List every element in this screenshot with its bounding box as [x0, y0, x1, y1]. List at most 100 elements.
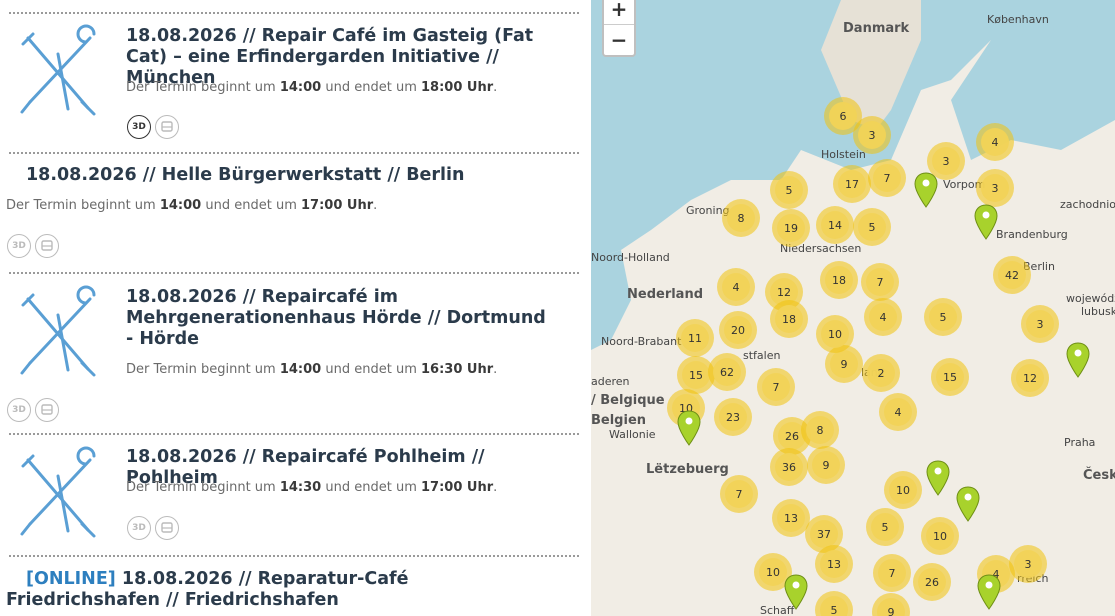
label-estfalen: stfalen [743, 349, 781, 362]
map-cluster[interactable]: 4 [879, 393, 917, 431]
cluster-count: 3 [1026, 310, 1054, 338]
event-title[interactable]: [ONLINE] 18.08.2026 // Reparatur-Café Fr… [6, 569, 566, 611]
cluster-count: 10 [926, 522, 954, 550]
map-cluster[interactable]: 20 [719, 311, 757, 349]
cluster-count: 42 [998, 261, 1026, 289]
cluster-count: 7 [873, 164, 901, 192]
cluster-count: 18 [825, 266, 853, 294]
cluster-count: 5 [858, 213, 886, 241]
map-cluster[interactable]: 3 [976, 169, 1014, 207]
cluster-count: 5 [820, 596, 848, 616]
event-title[interactable]: 18.08.2026 // Repaircafé im Mehrgenerati… [126, 287, 546, 350]
map-pin-icon[interactable] [974, 204, 998, 240]
bus-icon [35, 398, 59, 422]
cluster-count: 20 [724, 316, 752, 344]
cluster-count: 23 [719, 403, 747, 431]
label-noord-brabant: Noord-Brabant [601, 335, 682, 348]
map-pin-icon[interactable] [926, 460, 950, 496]
label-noord-holland: Noord-Holland [591, 251, 670, 264]
map-cluster[interactable]: 26 [913, 563, 951, 601]
map-cluster[interactable]: 3 [1009, 545, 1047, 583]
cluster-count: 8 [806, 416, 834, 444]
map-cluster[interactable]: 2 [862, 354, 900, 392]
map-cluster[interactable]: 42 [993, 256, 1031, 294]
map-cluster[interactable]: 3 [853, 116, 891, 154]
map[interactable]: Danmark København Holstein Groning Noord… [591, 0, 1115, 616]
bus-icon [35, 234, 59, 258]
label-zachodniop: zachodniop [1060, 198, 1115, 211]
map-cluster[interactable]: 23 [714, 398, 752, 436]
cluster-count: 3 [858, 121, 886, 149]
map-cluster[interactable]: 8 [801, 411, 839, 449]
map-cluster[interactable]: 4 [976, 123, 1014, 161]
event-time: Der Termin beginnt um 14:00 und endet um… [126, 362, 498, 377]
zoom-in-button[interactable]: + [604, 0, 634, 24]
map-cluster[interactable]: 5 [866, 508, 904, 546]
map-cluster[interactable]: 18 [820, 261, 858, 299]
cluster-count: 14 [821, 211, 849, 239]
map-cluster[interactable]: 7 [720, 475, 758, 513]
cluster-count: 5 [929, 303, 957, 331]
map-pin-icon[interactable] [1066, 342, 1090, 378]
map-cluster[interactable]: 11 [676, 319, 714, 357]
map-cluster[interactable]: 8 [722, 199, 760, 237]
map-cluster[interactable]: 3 [1021, 305, 1059, 343]
repair-tools-icon [20, 24, 96, 116]
label-cesko: Česko [1083, 468, 1115, 483]
map-cluster[interactable]: 4 [717, 268, 755, 306]
map-cluster[interactable]: 10 [921, 517, 959, 555]
bus-icon [155, 115, 179, 139]
map-cluster[interactable]: 5 [924, 298, 962, 336]
map-cluster[interactable]: 62 [708, 353, 746, 391]
map-cluster[interactable]: 18 [770, 300, 808, 338]
map-cluster[interactable]: 14 [816, 206, 854, 244]
map-cluster[interactable]: 12 [1011, 359, 1049, 397]
cluster-count: 7 [725, 480, 753, 508]
map-cluster[interactable]: 19 [772, 209, 810, 247]
bus-icon [155, 516, 179, 540]
map-cluster[interactable]: 15 [931, 358, 969, 396]
map-cluster[interactable]: 5 [853, 208, 891, 246]
separator [9, 555, 579, 557]
cluster-count: 4 [722, 273, 750, 301]
map-cluster[interactable]: 4 [864, 298, 902, 336]
label-kobenhavn: København [987, 13, 1049, 26]
cluster-count: 18 [775, 305, 803, 333]
map-cluster[interactable]: 17 [833, 165, 871, 203]
map-cluster[interactable]: 10 [884, 471, 922, 509]
map-cluster[interactable]: 9 [807, 446, 845, 484]
cluster-count: 9 [812, 451, 840, 479]
cluster-count: 9 [830, 350, 858, 378]
cluster-count: 3 [932, 147, 960, 175]
cluster-count: 12 [1016, 364, 1044, 392]
map-cluster[interactable]: 7 [757, 368, 795, 406]
map-cluster[interactable]: 10 [816, 315, 854, 353]
feature-icons: 3D [127, 516, 179, 540]
3d-printer-icon: 3D [127, 115, 151, 139]
map-pin-icon[interactable] [914, 172, 938, 208]
cluster-count: 6 [829, 102, 857, 130]
map-pin-icon[interactable] [784, 574, 808, 610]
separator [9, 152, 579, 154]
map-cluster[interactable]: 7 [861, 263, 899, 301]
cluster-count: 15 [936, 363, 964, 391]
cluster-count: 62 [713, 358, 741, 386]
event-title[interactable]: 18.08.2026 // Helle Bürgerwerkstatt // B… [26, 165, 576, 186]
cluster-count: 11 [681, 324, 709, 352]
map-pin-icon[interactable] [956, 486, 980, 522]
map-cluster[interactable]: 7 [868, 159, 906, 197]
map-cluster[interactable]: 5 [770, 171, 808, 209]
map-pin-icon[interactable] [977, 574, 1001, 610]
cluster-count: 4 [884, 398, 912, 426]
zoom-out-button[interactable]: − [604, 24, 634, 55]
map-cluster[interactable]: 7 [873, 554, 911, 592]
map-cluster[interactable]: 13 [815, 545, 853, 583]
map-pin-icon[interactable] [677, 410, 701, 446]
map-cluster[interactable]: 36 [770, 448, 808, 486]
label-praha: Praha [1064, 436, 1096, 449]
cluster-count: 4 [869, 303, 897, 331]
cluster-count: 13 [820, 550, 848, 578]
3d-printer-icon: 3D [127, 516, 151, 540]
repair-tools-icon [20, 285, 96, 377]
separator [9, 272, 579, 274]
